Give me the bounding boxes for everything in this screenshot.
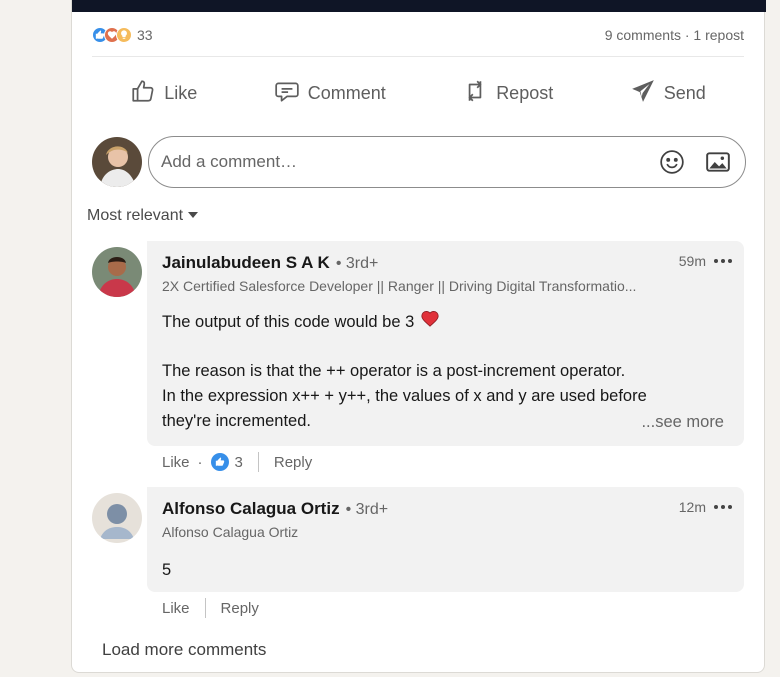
reaction-count[interactable]: 33: [137, 27, 153, 43]
thumbs-up-icon: [130, 78, 156, 109]
comment-actions: Like · 3 Reply: [162, 452, 312, 472]
connection-degree: • 3rd+: [335, 255, 379, 272]
comments-reposts-count[interactable]: 9 comments · 1 repost: [605, 27, 744, 43]
comment-time: 59m: [678, 253, 706, 269]
comment-reply-button[interactable]: Reply: [274, 454, 312, 471]
comment-text: 5: [162, 561, 172, 579]
send-button[interactable]: Send: [620, 72, 716, 114]
comment-reply-button[interactable]: Reply: [221, 600, 259, 617]
connection-degree: • 3rd+: [345, 501, 389, 518]
comment-input-box[interactable]: [148, 136, 746, 188]
insightful-reaction-icon: [116, 27, 132, 43]
social-counts-bar: 33 9 comments · 1 repost: [92, 24, 744, 46]
more-options-icon[interactable]: [714, 259, 732, 263]
comment-sort-dropdown[interactable]: Most relevant: [87, 207, 199, 225]
commenter-name[interactable]: Alfonso Calagua Ortiz: [162, 499, 340, 519]
caret-down-icon: [187, 207, 199, 225]
like-label: Like: [164, 82, 198, 103]
comment-text-line: The reason is that the ++ operator is a …: [162, 362, 626, 380]
current-user-avatar[interactable]: [92, 137, 142, 187]
comment-item: Jainulabudeen S A K • 3rd+ 59m 2X Certif…: [92, 241, 744, 476]
comment-button[interactable]: Comment: [264, 72, 396, 114]
commenter-headline: Alfonso Calagua Ortiz: [162, 524, 299, 540]
comment-actions: Like Reply: [162, 598, 259, 618]
like-reaction-icon: [210, 453, 229, 471]
comment-bubble: Alfonso Calagua Ortiz • 3rd+ 12m Alfonso…: [147, 487, 744, 592]
divider: [92, 56, 744, 57]
comment-text-line: The output of this code would be 3: [162, 312, 415, 331]
heart-emoji-icon: [420, 309, 440, 335]
comment-like-button[interactable]: Like: [162, 600, 190, 617]
like-button[interactable]: Like: [120, 72, 207, 114]
post-card: 33 9 comments · 1 repost Like Comment Re…: [71, 0, 766, 673]
post-media-bottom-edge: [72, 0, 766, 12]
divider: [257, 452, 259, 472]
see-more-link[interactable]: ...see more: [641, 413, 724, 432]
repost-label: Repost: [496, 82, 554, 103]
comment-text-line: In the expression x++ + y++, the values …: [162, 387, 647, 405]
commenter-headline: 2X Certified Salesforce Developer || Ran…: [162, 278, 637, 294]
comment-item: Alfonso Calagua Ortiz • 3rd+ 12m Alfonso…: [92, 487, 744, 622]
send-label: Send: [663, 82, 706, 103]
load-more-comments-button[interactable]: Load more comments: [102, 640, 266, 660]
comment-like-button[interactable]: Like: [162, 454, 190, 471]
comment-time: 12m: [678, 499, 706, 515]
repost-button[interactable]: Repost: [452, 72, 563, 114]
separator-dot: ·: [197, 453, 203, 471]
image-icon[interactable]: [703, 147, 733, 177]
comment-input[interactable]: [161, 152, 641, 172]
comment-like-count[interactable]: 3: [235, 454, 243, 471]
commenter-avatar[interactable]: [92, 493, 142, 543]
comment-composer: [92, 136, 746, 188]
emoji-icon[interactable]: [657, 147, 687, 177]
send-paper-plane-icon: [630, 78, 656, 109]
comment-bubble: Jainulabudeen S A K • 3rd+ 59m 2X Certif…: [147, 241, 744, 446]
commenter-avatar[interactable]: [92, 247, 142, 297]
post-action-bar: Like Comment Repost Send: [92, 72, 744, 114]
comment-bubble-icon: [274, 78, 300, 109]
more-options-icon[interactable]: [714, 505, 732, 509]
comment-label: Comment: [307, 82, 386, 103]
repost-icon: [462, 78, 488, 109]
divider: [204, 598, 206, 618]
sort-label: Most relevant: [87, 207, 184, 224]
reactions-summary[interactable]: 33: [92, 27, 153, 43]
commenter-name[interactable]: Jainulabudeen S A K: [162, 253, 330, 273]
